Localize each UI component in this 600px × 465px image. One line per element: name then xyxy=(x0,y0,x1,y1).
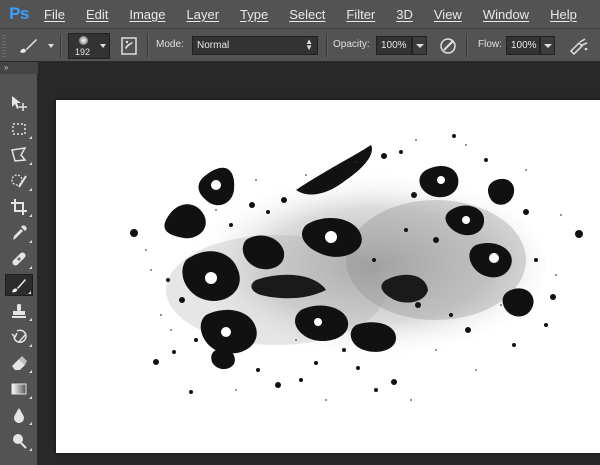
gradient-tool[interactable] xyxy=(5,378,33,400)
menu-select[interactable]: Select xyxy=(289,7,325,22)
photoshop-logo: Ps xyxy=(9,4,29,23)
menu-type[interactable]: Type xyxy=(240,7,268,22)
crop-tool[interactable] xyxy=(5,196,33,218)
brush-tip-icon xyxy=(79,36,88,45)
brush-icon xyxy=(12,279,26,293)
divider xyxy=(326,34,328,58)
menu-bar: Ps File Edit Image Layer Type Select Fil… xyxy=(0,0,600,28)
menu-edit[interactable]: Edit xyxy=(86,7,108,22)
quick-selection-icon xyxy=(11,174,27,188)
eyedropper-icon xyxy=(13,225,27,240)
divider xyxy=(147,34,149,58)
tool-preset-picker[interactable] xyxy=(14,35,54,57)
chevron-down-icon xyxy=(100,44,106,48)
history-brush-tool[interactable] xyxy=(5,326,33,348)
gradient-icon xyxy=(11,383,27,395)
menu-help[interactable]: Help xyxy=(550,7,577,22)
healing-brush-tool[interactable] xyxy=(5,248,33,270)
brush-preset-picker[interactable]: 192 xyxy=(68,33,110,59)
quick-selection-tool[interactable] xyxy=(5,170,33,192)
move-tool[interactable] xyxy=(5,92,33,114)
flow-slider-button[interactable] xyxy=(540,36,555,55)
options-bar-grip[interactable] xyxy=(2,35,6,57)
bandage-icon xyxy=(12,252,26,266)
polygonal-lasso-icon xyxy=(11,147,27,162)
ink-splatter-image xyxy=(130,134,583,401)
eraser-icon xyxy=(12,356,27,370)
opacity-slider-button[interactable] xyxy=(412,36,427,55)
mode-select[interactable]: Normal ▲ ▼ xyxy=(192,36,318,55)
divider xyxy=(466,34,468,58)
brush-size-value: 192 xyxy=(75,47,91,57)
tools-panel: » xyxy=(0,62,38,465)
eyedropper-tool[interactable] xyxy=(5,222,33,244)
eraser-tool[interactable] xyxy=(5,352,33,374)
menu-window[interactable]: Window xyxy=(483,7,529,22)
brush-icon xyxy=(20,39,37,53)
history-brush-icon xyxy=(11,329,27,343)
dodge-icon xyxy=(13,434,27,449)
menu-file[interactable]: File xyxy=(44,7,65,22)
mode-label: Mode: xyxy=(156,39,184,50)
pressure-opacity-icon xyxy=(440,38,456,54)
stamp-icon xyxy=(12,304,26,318)
collapse-toolbar-button[interactable]: » xyxy=(0,62,38,74)
menu-image[interactable]: Image xyxy=(129,7,165,22)
move-icon xyxy=(12,96,27,111)
options-bar: 192 Mode: Normal ▲ ▼ Opacity: 100% Flow: … xyxy=(0,28,600,62)
opacity-input[interactable]: 100% xyxy=(376,36,412,55)
up-down-arrows-icon: ▲ ▼ xyxy=(305,37,313,52)
dodge-tool[interactable] xyxy=(5,430,33,452)
menu-view[interactable]: View xyxy=(434,7,462,22)
divider xyxy=(60,34,62,58)
flow-label: Flow: xyxy=(478,39,502,50)
water-drop-icon xyxy=(14,408,24,423)
lasso-tool[interactable] xyxy=(5,144,33,166)
flow-input[interactable]: 100% xyxy=(506,36,540,55)
chevron-down-icon xyxy=(48,44,54,48)
opacity-label: Opacity: xyxy=(333,39,370,50)
menu-3d[interactable]: 3D xyxy=(396,7,413,22)
marquee-tool[interactable] xyxy=(5,118,33,140)
menu-filter[interactable]: Filter xyxy=(346,7,375,22)
clone-stamp-tool[interactable] xyxy=(5,300,33,322)
menu-layer[interactable]: Layer xyxy=(187,7,220,22)
airbrush-icon xyxy=(569,38,588,56)
rectangular-marquee-icon xyxy=(12,123,26,135)
canvas-area[interactable] xyxy=(38,62,600,465)
mode-value: Normal xyxy=(197,40,230,51)
crop-icon xyxy=(11,199,27,215)
blur-tool[interactable] xyxy=(5,404,33,426)
airbrush-button[interactable] xyxy=(568,36,592,56)
brush-panel-icon xyxy=(121,37,137,55)
brush-panel-toggle[interactable] xyxy=(118,35,140,57)
pressure-opacity-button[interactable] xyxy=(438,36,460,56)
brush-tool[interactable] xyxy=(5,274,33,296)
document-canvas[interactable] xyxy=(56,100,600,453)
